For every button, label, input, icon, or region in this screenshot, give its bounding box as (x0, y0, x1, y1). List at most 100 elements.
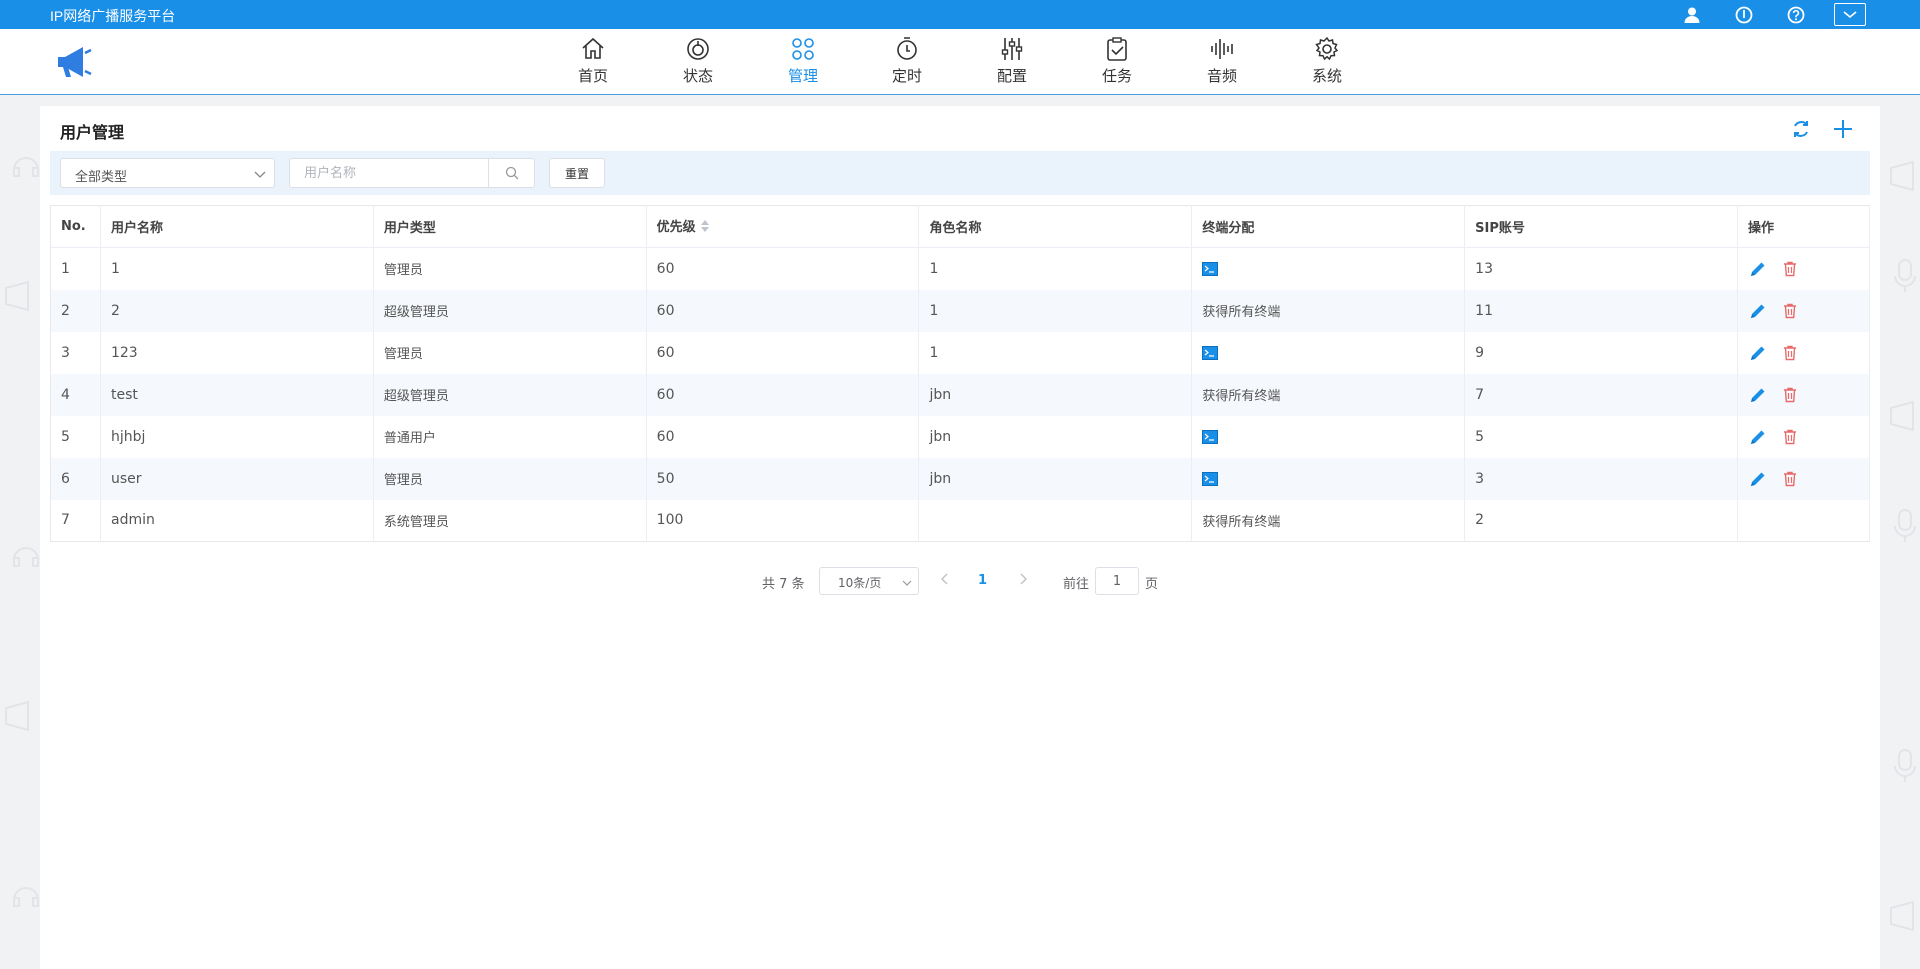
cell-user-name-text: user (110, 470, 142, 487)
cell-no-text: 2 (61, 302, 70, 319)
goto-page-input[interactable] (1095, 567, 1139, 595)
cell-terminal-text: 获得所有终端 (1202, 389, 1281, 404)
cell-no: 3 (50, 331, 101, 374)
clipboard-check-icon (1107, 37, 1127, 61)
terminal-icon[interactable] (1202, 429, 1219, 444)
timer-icon (897, 37, 917, 60)
page-number-1[interactable]: 1 (978, 573, 987, 588)
cell-sip: 11 (1464, 289, 1738, 332)
terminal-icon[interactable] (1202, 471, 1219, 486)
page-size-select[interactable]: 10条/页 (819, 567, 919, 595)
nav-item-system[interactable]: 系统 (1292, 35, 1362, 91)
nav-item-config[interactable]: 配置 (977, 35, 1047, 91)
megaphone-logo (54, 42, 94, 82)
cell-no-text: 1 (61, 260, 70, 277)
nav-item-tasks[interactable]: 任务 (1082, 35, 1152, 91)
cell-role-name-text: jbn (929, 386, 952, 403)
sort-icon[interactable] (700, 219, 710, 237)
table-row: 1 1 管理员 60 1 13 (50, 247, 1871, 290)
cell-priority: 60 (646, 331, 920, 374)
cell-terminal (1191, 247, 1466, 290)
search-icon (505, 166, 518, 180)
cell-user-name-text: test (110, 386, 138, 403)
cell-actions (1737, 247, 1871, 290)
nav-item-status[interactable]: 状态 (663, 35, 733, 91)
prev-page-button[interactable] (940, 572, 950, 590)
nav-item-manage[interactable]: 管理 (768, 35, 838, 91)
delete-icon[interactable] (1780, 385, 1800, 405)
nav-label: 系统 (1311, 67, 1342, 85)
filter-bar: 全部类型 重置 (50, 151, 1870, 195)
nav-item-timer[interactable]: 定时 (872, 35, 942, 91)
user-type-select[interactable]: 全部类型 (60, 158, 275, 188)
cell-role-name: jbn (918, 373, 1193, 416)
nav-label: 定时 (891, 67, 922, 85)
home-icon (582, 37, 604, 59)
col-header-priority[interactable]: 优先级 (646, 205, 920, 248)
terminal-icon[interactable] (1202, 261, 1219, 276)
delete-icon[interactable] (1780, 427, 1800, 447)
cell-user-type: 系统管理员 (373, 499, 647, 542)
refresh-icon[interactable] (1790, 118, 1812, 140)
cell-role-name-text: 1 (929, 260, 939, 277)
edit-icon[interactable] (1748, 343, 1768, 363)
edit-icon[interactable] (1748, 259, 1768, 279)
edit-icon[interactable] (1748, 301, 1768, 321)
cell-user-name-text: admin (110, 512, 155, 529)
cell-role-name: 1 (918, 331, 1193, 374)
delete-icon[interactable] (1780, 343, 1800, 363)
cell-sip-text: 3 (1475, 470, 1485, 487)
edit-icon[interactable] (1748, 469, 1768, 489)
cell-role-name-text: jbn (929, 470, 952, 487)
user-type-select-value: 全部类型 (75, 170, 128, 185)
cell-sip: 7 (1464, 373, 1738, 416)
cell-user-name-text: 1 (110, 260, 120, 277)
row-actions (1748, 427, 1869, 447)
cell-user-type-text: 超级管理员 (383, 305, 449, 320)
edit-icon[interactable] (1748, 427, 1768, 447)
search-button[interactable] (488, 159, 534, 187)
cell-user-name-text: 2 (110, 302, 120, 319)
cell-user-type: 管理员 (373, 457, 647, 500)
cell-terminal-text: 获得所有终端 (1202, 514, 1281, 530)
nav-label: 任务 (1101, 67, 1132, 85)
page-size-value: 10条/页 (838, 576, 882, 590)
manage-icon (792, 38, 814, 60)
user-name-search-input[interactable] (290, 159, 490, 187)
cell-sip-text: 7 (1475, 386, 1485, 403)
cell-user-name: 123 (100, 331, 374, 374)
table-row: 2 2 超级管理员 60 1 获得所有终端 11 (50, 289, 1871, 332)
cell-sip-text: 5 (1475, 428, 1485, 445)
help-icon[interactable] (1785, 4, 1807, 26)
add-user-button[interactable] (1832, 118, 1854, 140)
next-page-button[interactable] (1018, 572, 1028, 590)
dropdown-toggle-icon[interactable] (1834, 3, 1866, 26)
cell-priority: 60 (646, 247, 920, 290)
cell-user-type-text: 管理员 (383, 263, 423, 279)
cell-priority-text: 60 (656, 260, 675, 277)
reset-button[interactable]: 重置 (549, 158, 605, 188)
user-icon[interactable] (1681, 4, 1703, 26)
cell-user-type-text: 系统管理员 (383, 514, 449, 530)
edit-icon[interactable] (1748, 385, 1768, 405)
cell-priority: 60 (646, 373, 920, 416)
cell-user-name: 2 (100, 289, 374, 332)
col-header-user-name: 用户名称 (100, 205, 374, 248)
cell-role-name: 1 (918, 247, 1193, 290)
col-header-role-name: 角色名称 (918, 205, 1193, 248)
nav-item-home[interactable]: 首页 (558, 35, 628, 91)
cell-sip: 5 (1464, 415, 1738, 458)
cell-sip-text: 2 (1475, 512, 1485, 529)
nav-label: 配置 (996, 67, 1027, 85)
cell-user-type: 管理员 (373, 247, 647, 290)
delete-icon[interactable] (1780, 469, 1800, 489)
delete-icon[interactable] (1780, 301, 1800, 321)
nav-item-audio[interactable]: 音频 (1187, 35, 1257, 91)
cell-user-type: 超级管理员 (373, 289, 647, 332)
delete-icon[interactable] (1780, 259, 1800, 279)
cell-role-name-text: 1 (929, 344, 939, 361)
terminal-icon[interactable] (1202, 345, 1219, 360)
cell-no: 7 (50, 499, 101, 542)
power-icon[interactable] (1733, 4, 1755, 26)
chevron-down-icon (254, 168, 266, 183)
